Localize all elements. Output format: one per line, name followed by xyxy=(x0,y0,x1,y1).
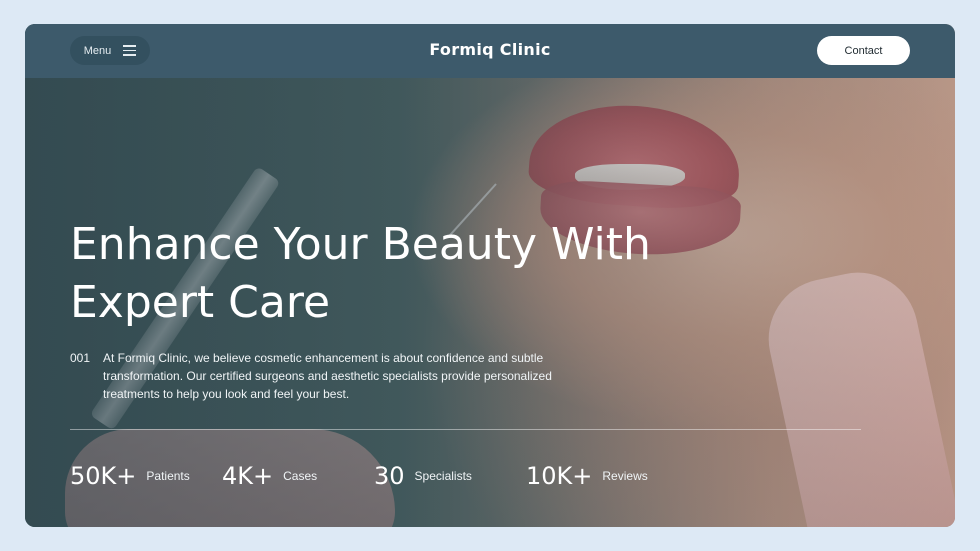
hero-frame: Menu Formiq Clinic Contact Enhance Your … xyxy=(25,24,955,527)
stat-reviews: 10K+ Reviews xyxy=(526,462,678,490)
stat-value: 4K+ xyxy=(222,462,274,490)
hero-headline: Enhance Your Beauty With Expert Care xyxy=(70,216,710,332)
divider xyxy=(70,429,861,430)
stat-specialists: 30 Specialists xyxy=(374,462,526,490)
stats-row: 50K+ Patients 4K+ Cases 30 Specialists 1… xyxy=(70,462,678,490)
hero-intro: 001 At Formiq Clinic, we believe cosmeti… xyxy=(70,349,570,403)
brand-title[interactable]: Formiq Clinic xyxy=(25,40,955,59)
stat-value: 50K+ xyxy=(70,462,137,490)
stat-cases: 4K+ Cases xyxy=(222,462,374,490)
contact-button[interactable]: Contact xyxy=(817,36,910,65)
headline-line-2: Expert Care xyxy=(70,277,331,328)
intro-number: 001 xyxy=(70,351,91,365)
stat-value: 10K+ xyxy=(526,462,593,490)
stat-value: 30 xyxy=(374,462,405,490)
stat-label: Specialists xyxy=(414,469,472,483)
stat-label: Patients xyxy=(146,469,190,483)
stat-label: Cases xyxy=(283,469,318,483)
stat-patients: 50K+ Patients xyxy=(70,462,222,490)
intro-text: At Formiq Clinic, we believe cosmetic en… xyxy=(103,351,552,401)
top-header: Menu Formiq Clinic Contact xyxy=(25,24,955,78)
stat-label: Reviews xyxy=(602,469,648,483)
headline-line-1: Enhance Your Beauty With xyxy=(70,219,651,270)
